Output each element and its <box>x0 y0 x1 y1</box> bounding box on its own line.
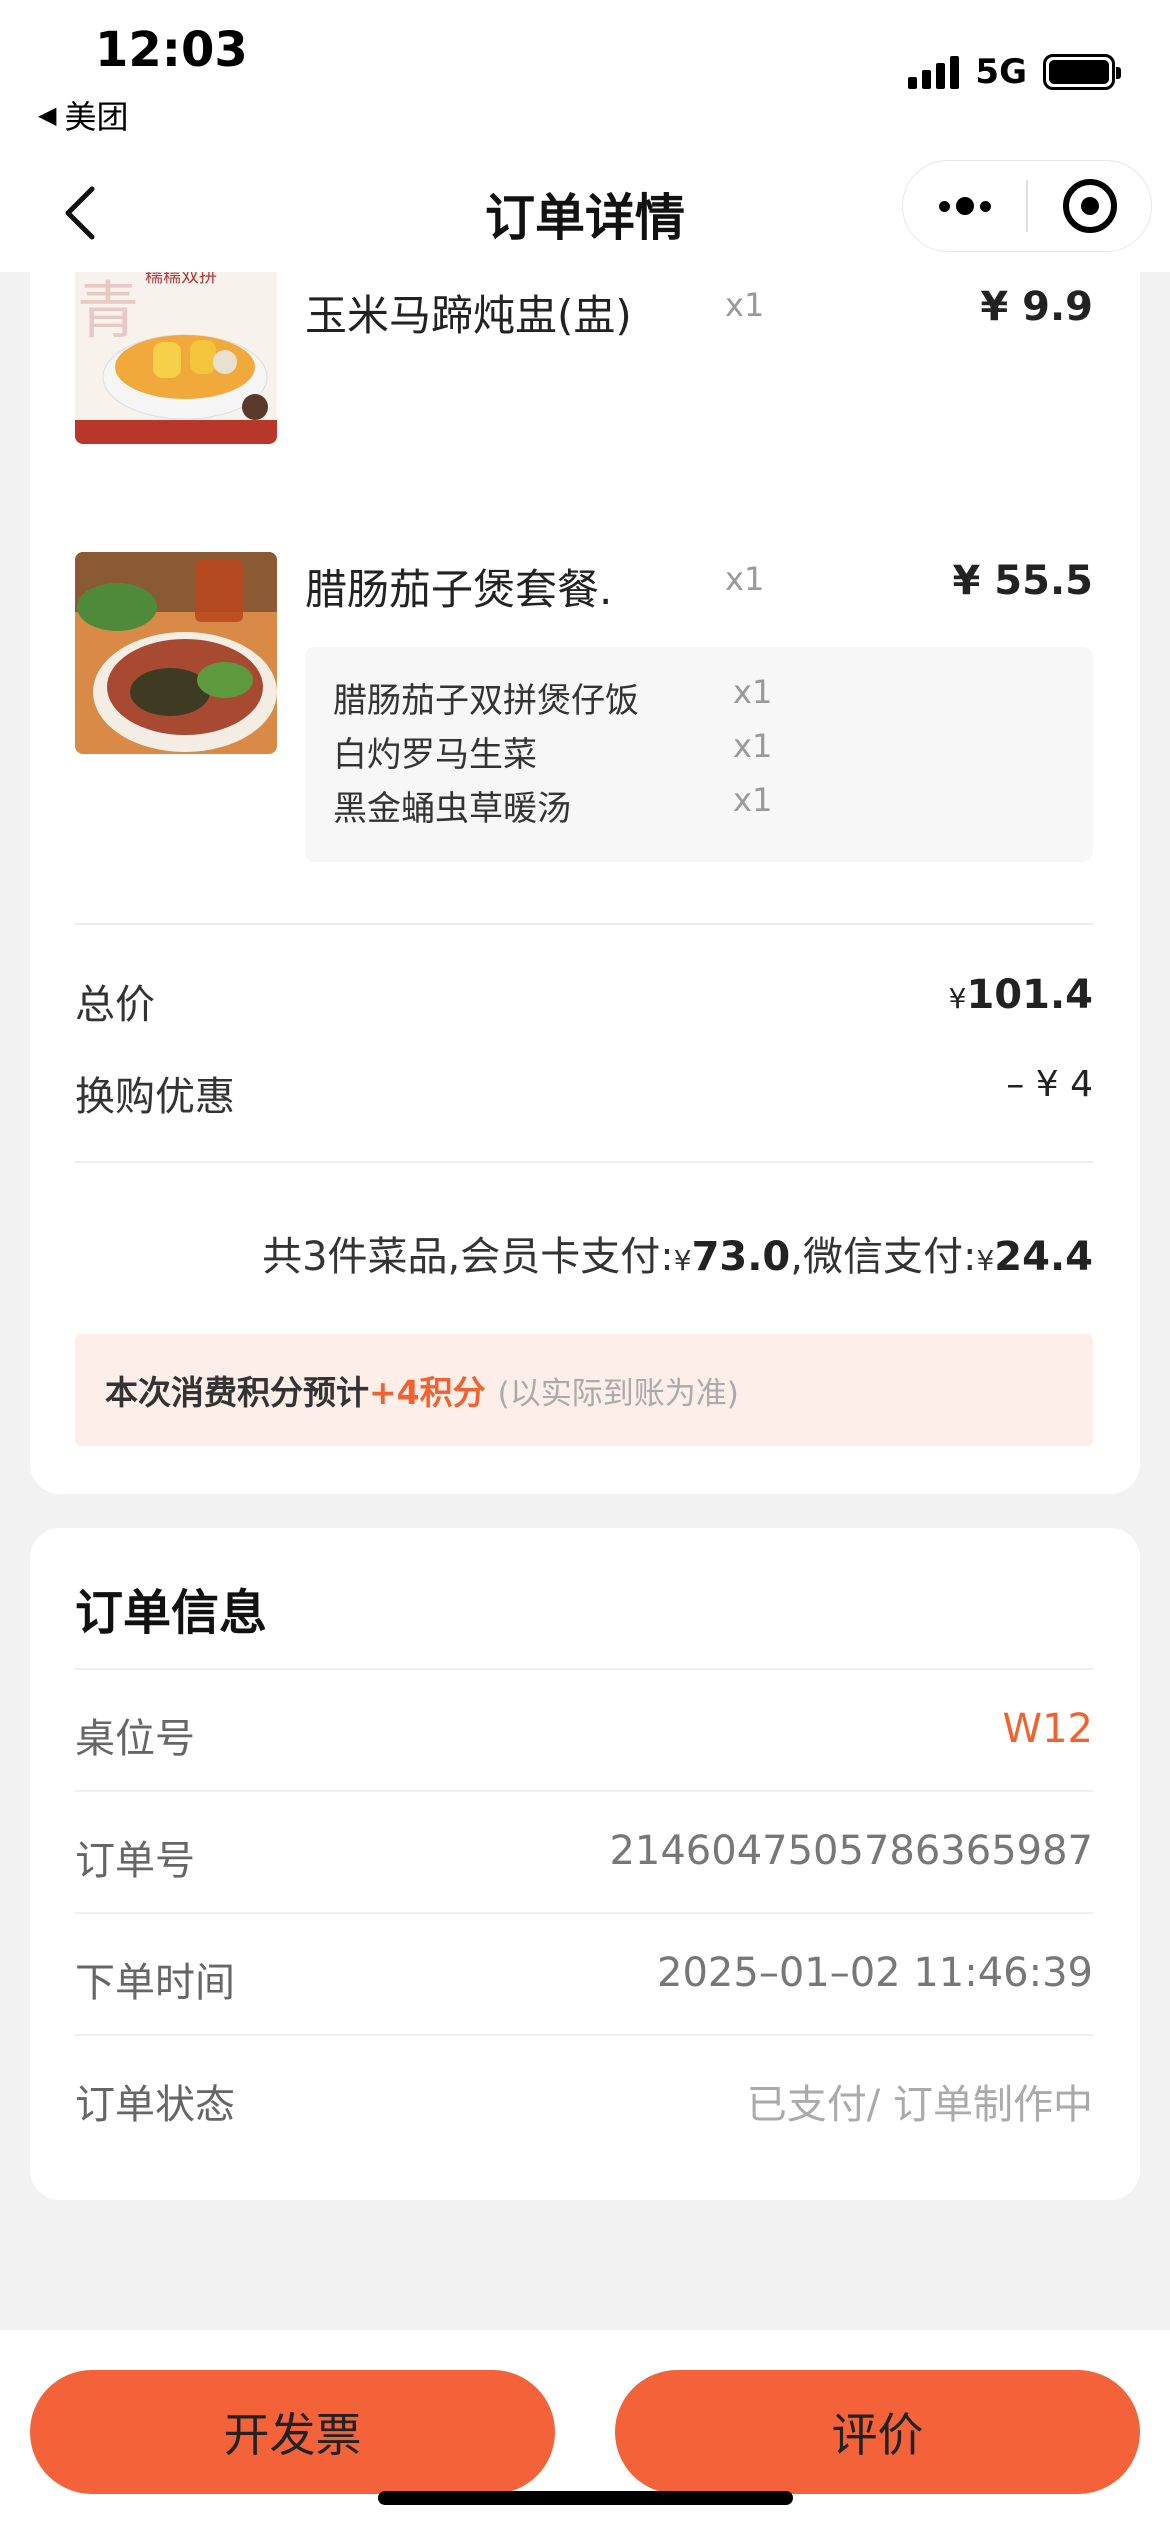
battery-icon <box>1043 54 1121 90</box>
set-meal-item-qty: x1 <box>733 781 773 819</box>
points-amount: +4积分 <box>369 1373 486 1412</box>
dish-quantity: x1 <box>725 286 765 324</box>
dish-item[interactable]: 青 糯糯双拼 玉米马蹄炖盅(盅) x1 ¥ 9.9 <box>75 272 1093 444</box>
clay-pot-set-image <box>75 552 277 754</box>
set-meal-item-name: 白灼罗马生菜 <box>333 735 537 775</box>
total-price-value: ¥101.4 <box>948 972 1093 1018</box>
status-time: 12:03 <box>95 22 248 78</box>
discount-value: – ¥ 4 <box>1006 1064 1093 1105</box>
divider <box>75 923 1093 925</box>
total-price-row: 总价 ¥101.4 <box>75 972 1093 1030</box>
home-indicator <box>378 2491 793 2505</box>
discount-row: 换购优惠 – ¥ 4 <box>75 1064 1093 1122</box>
discount-label: 换购优惠 <box>75 1074 235 1120</box>
svg-text:青: 青 <box>77 274 139 347</box>
info-row-order-number: 订单号 2146047505786365987 <box>75 1790 1093 1910</box>
set-meal-item-qty: x1 <box>733 673 773 711</box>
info-label: 下单时间 <box>75 1960 235 2006</box>
info-label: 桌位号 <box>75 1716 195 1762</box>
order-status: 已支付/ 订单制作中 <box>746 2082 1093 2128</box>
order-number[interactable]: 2146047505786365987 <box>609 1828 1093 1874</box>
set-meal-contents: 腊肠茄子双拼煲仔饭 x1 白灼罗马生菜 x1 黑金蛹虫草暖汤 x1 <box>305 647 1093 862</box>
dish-quantity: x1 <box>725 560 765 598</box>
info-label: 订单号 <box>75 1838 195 1884</box>
info-label: 订单状态 <box>75 2082 235 2128</box>
back-app-label: 美团 <box>64 98 129 136</box>
status-bar: 12:03 ◀ 美团 5G <box>0 0 1170 160</box>
nav-bar: 订单详情 <box>0 160 1170 272</box>
order-time: 2025–01–02 11:46:39 <box>657 1950 1093 1996</box>
set-meal-item-name: 黑金蛹虫草暖汤 <box>333 789 571 829</box>
divider <box>75 1161 1093 1163</box>
order-info-title: 订单信息 <box>75 1585 268 1641</box>
points-notice: 本次消费积分预计 +4积分 (以实际到账为准) <box>75 1334 1093 1446</box>
target-icon <box>1062 179 1117 233</box>
back-to-app-link[interactable]: ◀ 美团 <box>38 92 128 138</box>
review-button[interactable]: 评价 <box>615 2370 1140 2494</box>
set-meal-item: 腊肠茄子双拼煲仔饭 x1 <box>333 673 1093 722</box>
info-row-table: 桌位号 W12 <box>75 1668 1093 1788</box>
status-indicators: 5G <box>908 52 1121 92</box>
dish-name: 腊肠茄子煲套餐. <box>305 565 613 614</box>
info-row-order-time: 下单时间 2025–01–02 11:46:39 <box>75 1912 1093 2032</box>
set-meal-item-qty: x1 <box>733 727 773 765</box>
dish-item[interactable]: 腊肠茄子煲套餐. x1 ¥ 55.5 腊肠茄子双拼煲仔饭 x1 白灼罗马生菜 x… <box>75 552 1093 872</box>
signal-icon <box>908 55 960 89</box>
invoice-button[interactable]: 开发票 <box>30 2370 555 2494</box>
order-items-card: 青 糯糯双拼 玉米马蹄炖盅(盅) x1 ¥ 9.9 腊肠茄子煲套餐. x1 ¥ … <box>30 272 1140 1494</box>
points-note: (以实际到账为准) <box>497 1375 739 1412</box>
order-info-card: 订单信息 桌位号 W12 订单号 2146047505786365987 下单时… <box>30 1528 1140 2200</box>
network-type: 5G <box>975 52 1027 92</box>
close-mini-program-button[interactable] <box>1028 179 1151 233</box>
set-meal-item: 白灼罗马生菜 x1 <box>333 727 1093 776</box>
dish-price: ¥ 9.9 <box>980 284 1093 330</box>
total-price-label: 总价 <box>75 982 155 1028</box>
set-meal-item: 黑金蛹虫草暖汤 x1 <box>333 781 1093 830</box>
table-number: W12 <box>1002 1706 1093 1752</box>
mini-program-capsule <box>902 160 1152 252</box>
set-meal-item-name: 腊肠茄子双拼煲仔饭 <box>333 681 639 721</box>
corn-soup-image: 青 糯糯双拼 <box>75 272 277 444</box>
back-triangle-icon: ◀ <box>38 101 57 129</box>
dish-price: ¥ 55.5 <box>952 558 1093 604</box>
svg-text:糯糯双拼: 糯糯双拼 <box>145 272 217 287</box>
dish-name: 玉米马蹄炖盅(盅) <box>305 291 632 340</box>
info-row-order-status: 订单状态 已支付/ 订单制作中 <box>75 2034 1093 2154</box>
payment-summary: 共3件菜品,会员卡支付:¥73.0,微信支付:¥24.4 <box>262 1234 1093 1280</box>
points-lead: 本次消费积分预计 <box>105 1373 369 1412</box>
more-button[interactable] <box>903 197 1026 215</box>
